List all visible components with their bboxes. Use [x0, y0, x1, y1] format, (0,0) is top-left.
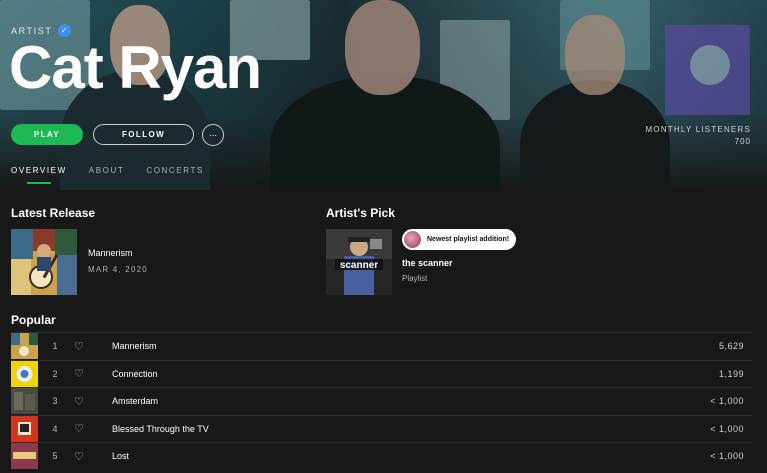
avatar [404, 231, 421, 248]
table-row[interactable]: 4 ♡ Blessed Through the TV < 1,000 [11, 414, 752, 443]
tab-overview[interactable]: OVERVIEW [11, 166, 67, 184]
artist-name: Cat Ryan [9, 34, 262, 101]
heart-icon[interactable]: ♡ [74, 340, 92, 353]
track-thumbnail [11, 333, 38, 360]
track-number: 4 [52, 423, 58, 434]
track-thumbnail [11, 443, 38, 470]
track-thumbnail [11, 388, 38, 415]
track-number: 5 [52, 451, 58, 462]
track-number: 2 [52, 368, 58, 379]
table-row[interactable]: 5 ♡ Lost < 1,000 [11, 442, 752, 470]
popular-tracks-list: 1 ♡ Mannerism 5,629 2 ♡ Connection 1,199… [11, 332, 752, 470]
track-name[interactable]: Mannerism [112, 341, 157, 351]
heart-icon[interactable]: ♡ [74, 395, 92, 408]
track-thumbnail [11, 415, 38, 442]
track-name[interactable]: Amsterdam [112, 396, 158, 406]
latest-release-heading: Latest Release [11, 206, 96, 220]
track-name[interactable]: Blessed Through the TV [112, 424, 209, 434]
hero-poster [690, 45, 730, 85]
monthly-listeners-label: MONTHLY LISTENERS [645, 125, 751, 134]
artists-pick-cover-text: scanner [340, 260, 378, 271]
latest-release-title[interactable]: Mannerism [88, 248, 133, 258]
track-number: 3 [52, 396, 58, 407]
artists-pick-badge: Newest playlist addition! [402, 229, 517, 250]
table-row[interactable]: 3 ♡ Amsterdam < 1,000 [11, 387, 752, 415]
track-play-count: < 1,000 [710, 396, 744, 407]
track-play-count: 5,629 [718, 341, 744, 352]
track-play-count: < 1,000 [710, 423, 744, 434]
artist-tabs: OVERVIEW ABOUT CONCERTS [11, 166, 204, 184]
heart-icon[interactable]: ♡ [74, 422, 92, 435]
artists-pick-title[interactable]: the scanner [402, 258, 453, 268]
table-row[interactable]: 2 ♡ Connection 1,199 [11, 359, 752, 388]
tab-concerts[interactable]: CONCERTS [146, 166, 204, 184]
table-row[interactable]: 1 ♡ Mannerism 5,629 [11, 332, 752, 360]
more-options-button[interactable]: ··· [202, 124, 224, 146]
track-play-count: < 1,000 [710, 451, 744, 462]
artists-pick-heading: Artist's Pick [326, 206, 395, 220]
more-dots-icon: ··· [209, 130, 217, 140]
artists-pick-note: Newest playlist addition! [427, 236, 510, 243]
latest-release-date: MAR 4, 2020 [88, 265, 148, 274]
track-number: 1 [52, 341, 58, 352]
popular-heading: Popular [11, 313, 56, 327]
heart-icon[interactable]: ♡ [74, 367, 92, 380]
follow-button[interactable]: FOLLOW [93, 124, 194, 145]
play-button[interactable]: PLAY [11, 124, 83, 145]
track-name[interactable]: Lost [112, 451, 129, 461]
artists-pick-cover[interactable]: scanner [326, 229, 392, 295]
band-member-face [345, 0, 420, 95]
track-thumbnail [11, 360, 38, 387]
track-play-count: 1,199 [718, 368, 744, 379]
heart-icon[interactable]: ♡ [74, 450, 92, 463]
latest-release-cover[interactable] [11, 229, 77, 295]
track-name[interactable]: Connection [112, 369, 158, 379]
tab-about[interactable]: ABOUT [89, 166, 125, 184]
band-member-face [565, 15, 625, 95]
artists-pick-type: Playlist [402, 274, 428, 283]
monthly-listeners-count: 700 [734, 137, 751, 146]
monthly-listeners: MONTHLY LISTENERS 700 [646, 125, 751, 146]
